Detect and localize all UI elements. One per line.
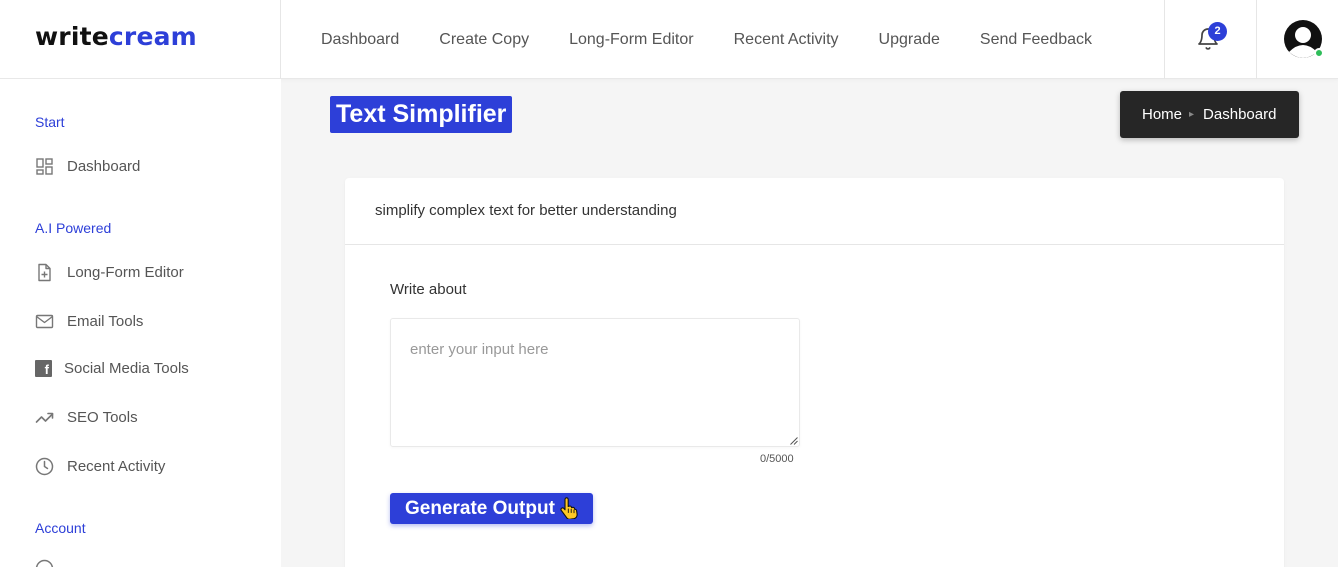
card-title: simplify complex text for better underst… <box>345 178 1284 245</box>
sidebar: Start Dashboard A.I Powered Long-Form Ed… <box>0 79 281 567</box>
sidebar-section-ai-powered: A.I Powered <box>35 220 112 236</box>
sidebar-section-account: Account <box>35 520 86 536</box>
trending-up-icon <box>35 412 54 423</box>
sidebar-item-seo-tools[interactable]: SEO Tools <box>35 405 138 429</box>
nav-create-copy[interactable]: Create Copy <box>439 31 529 49</box>
nav-dashboard[interactable]: Dashboard <box>321 31 399 49</box>
write-about-label: Write about <box>390 281 467 298</box>
breadcrumb-separator-icon: ▸ <box>1189 109 1195 120</box>
input-placeholder: enter your input here <box>410 341 549 358</box>
top-navbar: writecream Dashboard Create Copy Long-Fo… <box>0 0 1338 79</box>
breadcrumb-home[interactable]: Home <box>1142 106 1182 123</box>
resize-grip-icon[interactable] <box>789 436 798 445</box>
logo-container: writecream <box>0 0 281 79</box>
online-status-dot <box>1314 48 1324 58</box>
sidebar-item-email-tools[interactable]: Email Tools <box>35 309 143 333</box>
sidebar-item-dashboard[interactable]: Dashboard <box>35 154 140 178</box>
dashboard-grid-icon <box>36 157 53 175</box>
page-title: Text Simplifier <box>330 96 513 133</box>
nav-send-feedback[interactable]: Send Feedback <box>980 31 1092 49</box>
envelope-icon <box>35 314 54 328</box>
sidebar-item-label: Dashboard <box>67 157 141 175</box>
sidebar-item-long-form-editor[interactable]: Long-Form Editor <box>35 260 184 284</box>
sidebar-item-label: Social Media Tools <box>64 359 189 377</box>
sidebar-item-recent-activity[interactable]: Recent Activity <box>35 454 165 478</box>
settings-icon[interactable] <box>35 559 54 567</box>
notification-count-badge: 2 <box>1208 22 1227 41</box>
sidebar-section-start: Start <box>35 114 65 130</box>
input-textarea[interactable]: enter your input here <box>390 318 800 447</box>
notifications-button[interactable]: 2 <box>1164 0 1257 79</box>
document-plus-icon <box>38 263 51 281</box>
nav-upgrade[interactable]: Upgrade <box>879 31 940 49</box>
breadcrumb-dashboard[interactable]: Dashboard <box>1203 106 1276 123</box>
tool-card: simplify complex text for better underst… <box>345 178 1284 567</box>
sidebar-item-social-media-tools[interactable]: f Social Media Tools <box>35 356 189 380</box>
facebook-icon: f <box>35 359 52 377</box>
nav-long-form-editor[interactable]: Long-Form Editor <box>569 31 694 49</box>
breadcrumb: Home ▸ Dashboard <box>1120 91 1299 138</box>
sidebar-item-label: Email Tools <box>67 312 144 330</box>
sidebar-item-label: SEO Tools <box>67 408 138 426</box>
sidebar-item-label: Recent Activity <box>67 457 166 475</box>
hand-pointer-cursor-icon <box>560 497 578 519</box>
writecream-logo[interactable]: writecream <box>35 22 197 51</box>
character-counter: 0/5000 <box>760 453 794 465</box>
sidebar-item-label: Long-Form Editor <box>67 263 184 281</box>
clock-icon <box>35 457 54 475</box>
main-nav: Dashboard Create Copy Long-Form Editor R… <box>321 0 1132 79</box>
nav-recent-activity[interactable]: Recent Activity <box>734 31 839 49</box>
